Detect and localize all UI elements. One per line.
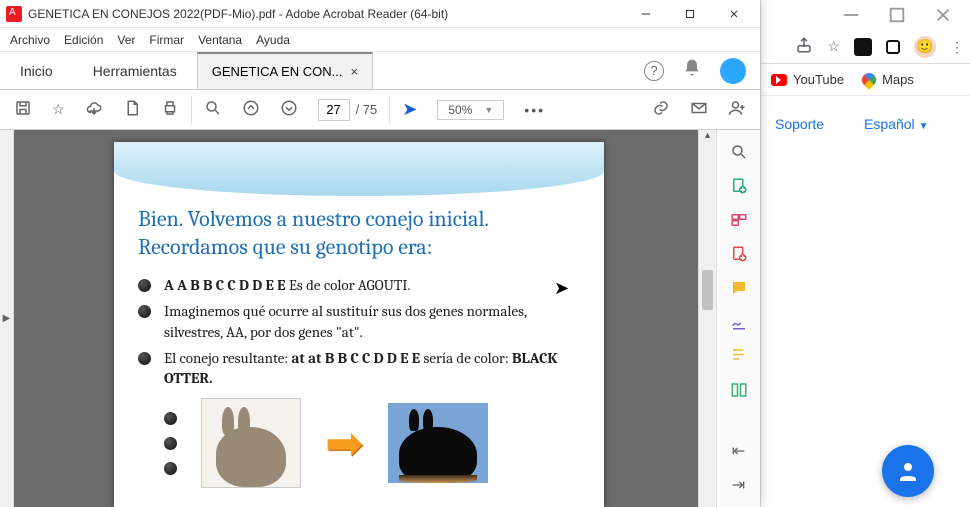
chevron-down-icon: ▼ — [919, 121, 929, 132]
save-icon[interactable] — [14, 99, 32, 120]
page-down-icon[interactable] — [280, 99, 298, 120]
tab-document[interactable]: GENETICA EN CON... × — [197, 52, 373, 89]
bookmark-label: YouTube — [793, 72, 844, 87]
star-icon[interactable]: ☆ — [52, 101, 65, 118]
zoom-value: 50% — [448, 103, 472, 117]
maps-icon — [862, 73, 876, 87]
page-total: / 75 — [356, 102, 378, 117]
help-icon[interactable]: ? — [644, 61, 664, 81]
window-title: GENETICA EN CONEJOS 2022(PDF-Mio).pdf - … — [28, 7, 624, 21]
bookmark-maps[interactable]: Maps — [862, 72, 914, 87]
bookmarks-bar: YouTube Maps — [761, 64, 970, 96]
comment-icon[interactable] — [727, 276, 751, 300]
compare-icon[interactable] — [727, 378, 751, 402]
empty-bullets — [164, 412, 177, 475]
support-link[interactable]: Soporte — [775, 116, 824, 132]
minimize-button[interactable] — [624, 0, 668, 28]
edit-pdf-icon[interactable] — [727, 242, 751, 266]
link-icon[interactable] — [652, 99, 670, 120]
arrow-right-icon: ➡ — [325, 416, 364, 470]
sign-icon[interactable] — [727, 310, 751, 334]
bullet-3: El conejo resultante: at at B B C C D D … — [138, 348, 580, 389]
extension-puzzle-icon[interactable] — [854, 38, 872, 56]
left-panel-toggle[interactable]: ▶ — [0, 130, 14, 507]
bullet-2: Imaginemos qué ocurre al sustituír sus d… — [138, 301, 580, 342]
tab-strip: Inicio Herramientas GENETICA EN CON... ×… — [0, 52, 760, 90]
language-dropdown[interactable]: Español▼ — [864, 116, 929, 132]
add-person-icon[interactable] — [728, 99, 746, 120]
menu-edicion[interactable]: Edición — [64, 33, 103, 47]
acrobat-workspace: ▶ Bien. Volvemos a nuestro conejo inicia… — [0, 130, 760, 507]
bookmark-label: Maps — [882, 72, 914, 87]
profile-avatar[interactable]: 🙂 — [914, 36, 936, 58]
highlight-icon[interactable] — [727, 344, 751, 368]
page-indicator: / 75 — [318, 99, 378, 121]
tab-close-icon[interactable]: × — [350, 64, 358, 79]
maximize-button[interactable] — [668, 0, 712, 28]
expand-sidebar-icon[interactable]: ⇥ — [727, 473, 751, 497]
zoom-icon[interactable] — [727, 140, 751, 164]
slide-banner — [114, 142, 604, 196]
menubar: Archivo Edición Ver Firmar Ventana Ayuda — [0, 28, 760, 52]
chrome-window: ☆ 🙂 ⋮ YouTube Maps Soporte Español▼ — [760, 0, 970, 507]
account-avatar[interactable] — [720, 58, 746, 84]
vertical-scrollbar[interactable]: ▴ — [698, 130, 716, 507]
share-icon[interactable] — [795, 36, 813, 57]
pdf-page: Bien. Volvemos a nuestro conejo inicial.… — [114, 142, 604, 507]
rabbit-agouti-image — [201, 398, 301, 488]
toolbar: ☆ / 75 ➤ 50% ▼ ••• — [0, 90, 760, 130]
print-icon[interactable] — [161, 99, 179, 120]
tab-inicio[interactable]: Inicio — [0, 52, 73, 89]
file-lock-icon[interactable] — [123, 99, 141, 120]
chrome-toolbar: ☆ 🙂 ⋮ — [761, 30, 970, 64]
menu-archivo[interactable]: Archivo — [10, 33, 50, 47]
slide-heading: Bien. Volvemos a nuestro conejo inicial.… — [138, 206, 580, 261]
menu-ayuda[interactable]: Ayuda — [256, 33, 290, 47]
search-icon[interactable] — [204, 99, 222, 120]
page-up-icon[interactable] — [242, 99, 260, 120]
chrome-more-icon[interactable]: ⋮ — [950, 40, 964, 54]
chrome-min-button[interactable] — [828, 0, 874, 30]
tab-herramientas[interactable]: Herramientas — [73, 52, 197, 89]
acrobat-window: GENETICA EN CONEJOS 2022(PDF-Mio).pdf - … — [0, 0, 760, 507]
chrome-titlebar — [761, 0, 970, 30]
bell-icon[interactable] — [682, 58, 702, 83]
zoom-dropdown[interactable]: 50% ▼ — [437, 100, 504, 120]
cloud-icon[interactable] — [85, 99, 103, 120]
document-viewport[interactable]: Bien. Volvemos a nuestro conejo inicial.… — [14, 130, 698, 507]
chrome-max-button[interactable] — [874, 0, 920, 30]
mail-icon[interactable] — [690, 99, 708, 120]
bullet-1: A A B B C C D D E E Es de color AGOUTI. — [138, 275, 580, 295]
scroll-up-icon[interactable]: ▴ — [699, 130, 716, 146]
close-button[interactable] — [712, 0, 756, 28]
page-input[interactable] — [318, 99, 350, 121]
youtube-icon — [771, 74, 787, 86]
bookmark-youtube[interactable]: YouTube — [771, 72, 844, 87]
acrobat-titlebar: GENETICA EN CONEJOS 2022(PDF-Mio).pdf - … — [0, 0, 760, 28]
chrome-close-button[interactable] — [920, 0, 966, 30]
tab-label: GENETICA EN CON... — [212, 64, 343, 79]
image-row: ➡ — [138, 398, 580, 488]
collapse-sidebar-icon[interactable]: ⇤ — [727, 439, 751, 463]
tools-sidebar: ⇤ ⇥ — [716, 130, 760, 507]
more-tools-icon[interactable]: ••• — [524, 102, 545, 118]
menu-ver[interactable]: Ver — [117, 33, 135, 47]
bullet-list: A A B B C C D D E E Es de color AGOUTI. … — [138, 275, 580, 388]
scroll-thumb[interactable] — [702, 270, 713, 310]
organize-icon[interactable] — [727, 208, 751, 232]
menu-firmar[interactable]: Firmar — [149, 33, 184, 47]
chevron-down-icon: ▼ — [484, 105, 493, 115]
extension-square-icon[interactable] — [886, 40, 900, 54]
acrobat-app-icon — [6, 6, 22, 22]
bookmark-star-icon[interactable]: ☆ — [827, 38, 840, 55]
select-tool-icon[interactable]: ➤ — [402, 99, 417, 120]
rabbit-black-otter-image — [388, 403, 488, 483]
chrome-page-content: Soporte Español▼ — [761, 96, 970, 152]
menu-ventana[interactable]: Ventana — [198, 33, 242, 47]
chat-fab-button[interactable] — [882, 445, 934, 497]
create-pdf-icon[interactable] — [727, 174, 751, 198]
